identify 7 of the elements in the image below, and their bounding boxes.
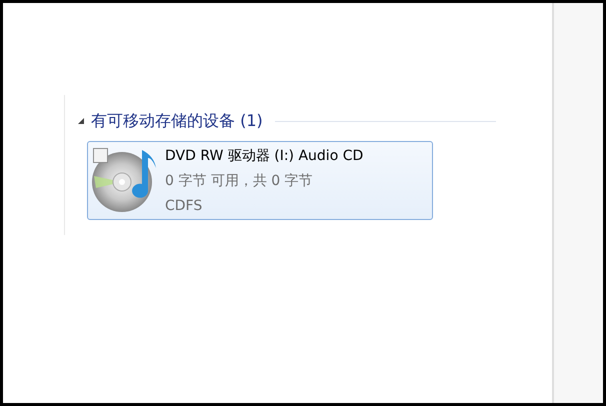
checkbox[interactable] — [93, 148, 108, 163]
collapse-triangle-icon[interactable] — [77, 117, 85, 125]
file-system: CDFS — [165, 197, 204, 216]
drive-space: 0 字节 可用，共 0 字节 — [165, 172, 314, 191]
drive-tile[interactable]: DVD RW 驱动器 (I:) Audio CD 0 字节 可用，共 0 字节 CDFS — [87, 141, 433, 220]
group-heading: 有可移动存储的设备 (1) — [91, 110, 263, 132]
drive-name: DVD RW 驱动器 (I:) Audio CD — [165, 147, 364, 166]
